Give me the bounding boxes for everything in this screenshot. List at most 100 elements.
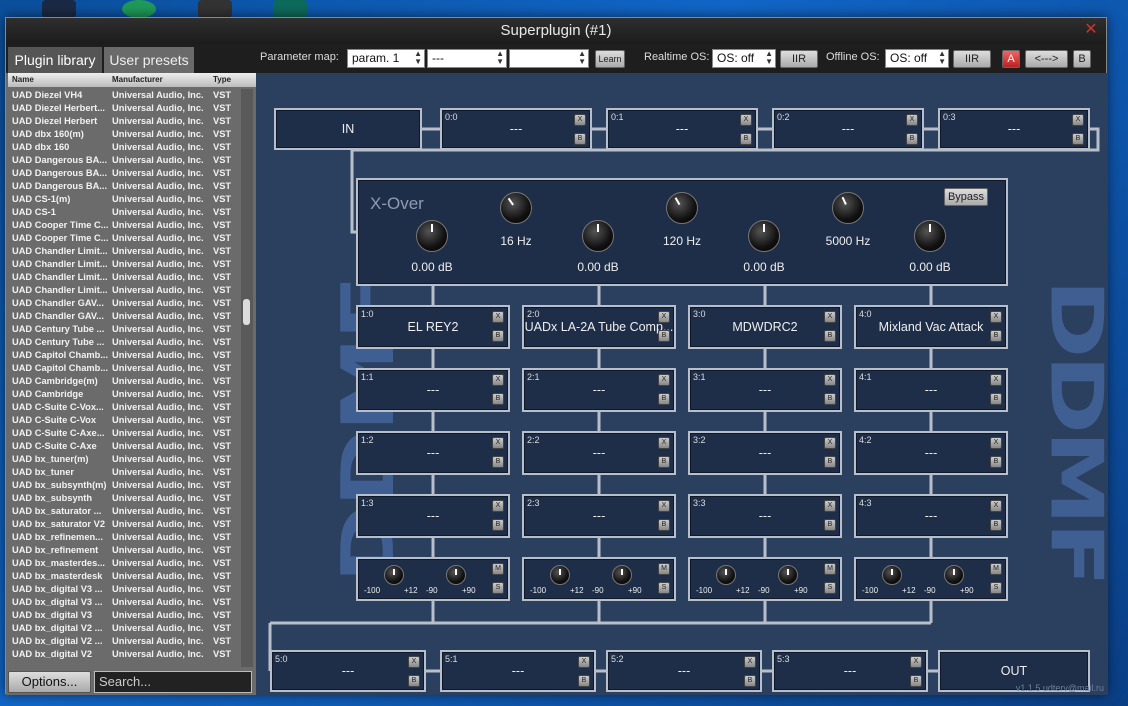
band-2-slot-1[interactable]: 3:1 --- X B [688,368,842,412]
band-0-slot-3[interactable]: 1:3 --- X B [356,494,510,538]
remove-plugin-button[interactable]: X [578,656,590,668]
list-item[interactable]: UAD bx_refinemen... Universal Audio, Inc.… [8,531,240,544]
pan-knob[interactable] [612,565,632,585]
band-0-slot-1[interactable]: 1:1 --- X B [356,368,510,412]
close-icon[interactable]: ✕ [1082,21,1100,39]
remove-plugin-button[interactable]: X [658,374,670,386]
preset-b-button[interactable]: B [1073,50,1091,68]
search-input[interactable]: Search... [94,671,252,693]
tab-plugin-library[interactable]: Plugin library [8,47,102,73]
remove-plugin-button[interactable]: X [492,500,504,512]
remove-plugin-button[interactable]: X [910,656,922,668]
bypass-slot-button[interactable]: B [658,456,670,468]
crossover-frequency-knob[interactable] [666,192,698,224]
slot-top-1[interactable]: 0:1 --- X B [606,108,758,150]
solo-button[interactable]: S [492,582,504,594]
remove-plugin-button[interactable]: X [990,374,1002,386]
list-item[interactable]: UAD dbx 160(m) Universal Audio, Inc. VST [8,128,240,141]
list-item[interactable]: UAD CS-1(m) Universal Audio, Inc. VST [8,193,240,206]
title-bar[interactable]: Superplugin (#1) ✕ [6,18,1106,44]
list-item[interactable]: UAD bx_tuner Universal Audio, Inc. VST [8,466,240,479]
remove-plugin-button[interactable]: X [408,656,420,668]
band-gain-knob[interactable] [582,220,614,252]
remove-plugin-button[interactable]: X [492,374,504,386]
list-item[interactable]: UAD bx_digital V2 Universal Audio, Inc. VS… [8,648,240,661]
band-1-slot-0[interactable]: 2:0 UADx LA-2A Tube Comp... X B [522,305,676,349]
desktop-icon-1[interactable] [42,0,76,18]
list-item[interactable]: UAD Cooper Time C... Universal Audio, Inc… [8,232,240,245]
list-item[interactable]: UAD Cooper Time C... Universal Audio, Inc… [8,219,240,232]
list-item[interactable]: UAD Chandler Limit... Universal Audio, In… [8,271,240,284]
list-item[interactable]: UAD bx_refinement Universal Audio, Inc. VS… [8,544,240,557]
swap-ab-button[interactable]: <---> [1025,50,1068,68]
bypass-slot-button[interactable]: B [492,456,504,468]
bypass-slot-button[interactable]: B [824,456,836,468]
list-item[interactable]: UAD bx_digital V2 ... Universal Audio, In… [8,622,240,635]
band-2-slot-0[interactable]: 3:0 MDWDRC2 X B [688,305,842,349]
bypass-slot-button[interactable]: B [824,519,836,531]
desktop-icon-2[interactable] [122,0,156,18]
slot-bottom-1[interactable]: 5:1 --- X B [440,650,596,692]
list-scrollbar[interactable] [241,89,253,667]
mute-button[interactable]: M [658,563,670,575]
bypass-slot-button[interactable]: B [906,133,918,145]
remove-plugin-button[interactable]: X [906,114,918,126]
list-item[interactable]: UAD Capitol Chamb... Universal Audio, Inc… [8,362,240,375]
band-0-slot-2[interactable]: 1:2 --- X B [356,431,510,475]
list-item[interactable]: UAD Chandler Limit... Universal Audio, In… [8,245,240,258]
mute-button[interactable]: M [824,563,836,575]
band-3-slot-0[interactable]: 4:0 Mixland Vac Attack X B [854,305,1008,349]
remove-plugin-button[interactable]: X [824,311,836,323]
bypass-slot-button[interactable]: B [990,519,1002,531]
mute-button[interactable]: M [492,563,504,575]
band-2-slot-3[interactable]: 3:3 --- X B [688,494,842,538]
solo-button[interactable]: S [824,582,836,594]
offline-iir-button[interactable]: IIR [953,50,991,68]
remove-plugin-button[interactable]: X [658,311,670,323]
remove-plugin-button[interactable]: X [990,500,1002,512]
list-item[interactable]: UAD bx_masterdes... Universal Audio, Inc.… [8,557,240,570]
bypass-slot-button[interactable]: B [990,393,1002,405]
tab-user-presets[interactable]: User presets [104,47,194,73]
bypass-slot-button[interactable]: B [990,456,1002,468]
list-item[interactable]: UAD bx_masterdesk Universal Audio, Inc. VS… [8,570,240,583]
pan-knob[interactable] [944,565,964,585]
bypass-slot-button[interactable]: B [1072,133,1084,145]
list-item[interactable]: UAD Dangerous BA... Universal Audio, Inc.… [8,180,240,193]
list-item[interactable]: UAD bx_tuner(m) Universal Audio, Inc. VST [8,453,240,466]
band-gain-knob[interactable] [748,220,780,252]
slot-top-2[interactable]: 0:2 --- X B [772,108,924,150]
desktop-icon-4[interactable] [273,0,307,18]
bypass-slot-button[interactable]: B [492,330,504,342]
gain-knob[interactable] [882,565,902,585]
list-item[interactable]: UAD bx_saturator ... Universal Audio, Inc… [8,505,240,518]
parameter-select[interactable]: param. 1 ▲ ▼ [347,49,425,68]
gain-knob[interactable] [716,565,736,585]
list-item[interactable]: UAD bx_subsynth(m) Universal Audio, Inc. V… [8,479,240,492]
options-button[interactable]: Options... [8,671,91,693]
list-item[interactable]: UAD Century Tube ... Universal Audio, Inc… [8,336,240,349]
crossover-frequency-knob[interactable] [500,192,532,224]
band-gain-knob[interactable] [914,220,946,252]
band-3-slot-2[interactable]: 4:2 --- X B [854,431,1008,475]
remove-plugin-button[interactable]: X [990,437,1002,449]
desktop-icon-3[interactable] [198,0,232,18]
list-item[interactable]: UAD Chandler Limit... Universal Audio, In… [8,284,240,297]
list-item[interactable]: UAD bx_digital V3 ... Universal Audio, In… [8,583,240,596]
list-item[interactable]: UAD Diezel VH4 Universal Audio, Inc. VST [8,89,240,102]
remove-plugin-button[interactable]: X [574,114,586,126]
learn-button[interactable]: Learn [595,50,625,68]
remove-plugin-button[interactable]: X [492,311,504,323]
slot-top-0[interactable]: 0:0 --- X B [440,108,592,150]
band-1-slot-2[interactable]: 2:2 --- X B [522,431,676,475]
mapped-param-select[interactable]: ▲ ▼ [509,49,589,68]
remove-plugin-button[interactable]: X [824,437,836,449]
band-3-slot-1[interactable]: 4:1 --- X B [854,368,1008,412]
remove-plugin-button[interactable]: X [658,437,670,449]
remove-plugin-button[interactable]: X [740,114,752,126]
gain-knob[interactable] [384,565,404,585]
band-0-slot-0[interactable]: 1:0 EL REY2 X B [356,305,510,349]
band-1-slot-1[interactable]: 2:1 --- X B [522,368,676,412]
list-item[interactable]: UAD bx_subsynth Universal Audio, Inc. VST [8,492,240,505]
list-item[interactable]: UAD Century Tube ... Universal Audio, Inc… [8,323,240,336]
